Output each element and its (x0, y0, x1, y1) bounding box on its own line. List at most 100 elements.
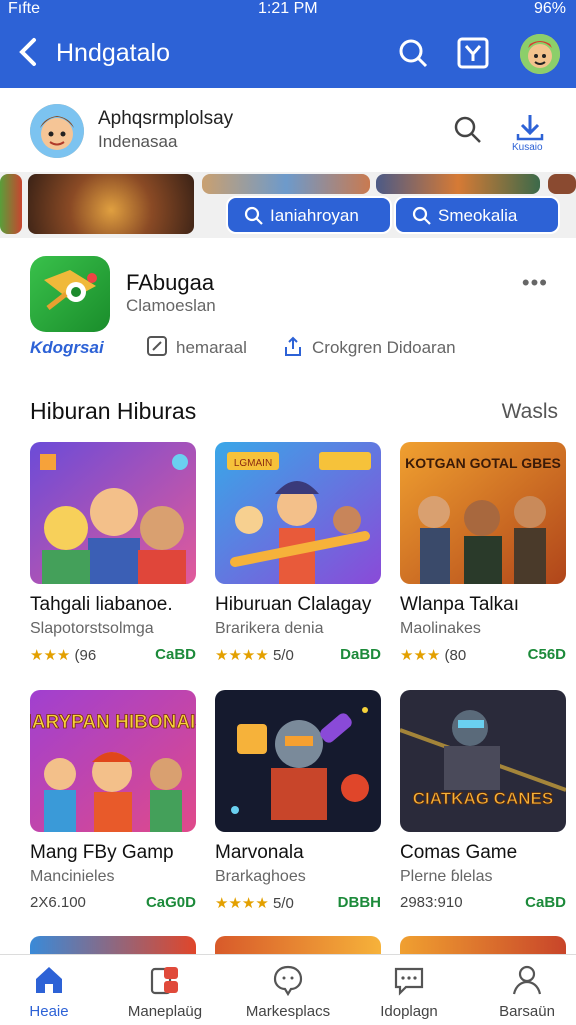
pill-label: Ianiahroyan (270, 206, 359, 225)
banner-tile[interactable] (28, 174, 194, 234)
banner-tile[interactable] (202, 174, 370, 194)
nav-home[interactable]: Heaie (0, 961, 104, 1021)
app-artwork (215, 690, 381, 832)
banner-tile[interactable] (548, 174, 576, 194)
app-price: C56D (527, 646, 566, 663)
featured-action-2[interactable]: Crokgren Didoaran (285, 336, 456, 358)
rating-stars: ★★★ (30, 647, 71, 664)
share-icon (285, 336, 301, 356)
home-icon (36, 967, 62, 993)
banner-tile[interactable] (0, 174, 22, 234)
message-icon (394, 967, 424, 996)
account-region: Indenasaa (98, 132, 178, 151)
quick-filter-pill[interactable]: Ianiahroyan (226, 196, 392, 234)
banner-tile[interactable] (376, 174, 540, 194)
app-name: Comas Game (400, 842, 518, 863)
rating-value: 5/0 (272, 895, 294, 912)
section-more-link[interactable]: Wasls (502, 400, 558, 424)
rating-value: 5/0 (272, 647, 294, 664)
nav-messages[interactable]: Idoplagn (354, 961, 464, 1021)
rating-stars: ★★★★ (215, 895, 269, 912)
featured-action-2-label: Crokgren Didoaran (312, 338, 456, 357)
search-icon[interactable] (452, 114, 482, 144)
app-price: DBBH (337, 894, 381, 911)
account-row: Aphqsrmplolsay Indenasaa Kusaio (0, 88, 576, 173)
app-name: Wlanpa Talkaı (400, 594, 519, 615)
app-price: CaBD (155, 646, 196, 663)
nav-label: Heaie (29, 1003, 69, 1020)
app-name: Mang FBy Gamp (30, 842, 174, 863)
nav-profile[interactable]: Barsaün (472, 961, 576, 1021)
featured-title: FAbugaa (126, 270, 215, 295)
art-caption: CIATKAG CANES (413, 789, 553, 808)
art-caption: KOTGAN GOTAL GBES (405, 455, 561, 471)
app-artwork (30, 442, 196, 584)
app-developer: Brarkaghoes (215, 868, 306, 885)
download-icon[interactable] (510, 112, 550, 144)
search-icon[interactable] (396, 36, 430, 70)
featured-action-1-label: hemaraal (176, 338, 247, 357)
app-card[interactable]: CIATKAG CANES Comas Game Plerne ɓlelas 2… (400, 690, 566, 920)
more-options-icon[interactable]: ••• (522, 270, 548, 296)
app-developer: Maolinakes (400, 620, 481, 637)
rating-stars: ★★★★ (215, 647, 269, 664)
app-price: CaBD (525, 894, 566, 911)
back-icon[interactable] (14, 34, 44, 70)
app-developer: Mancinieles (30, 868, 115, 885)
battery-label: 96% (533, 0, 566, 17)
app-metric: 2X6.100 (30, 894, 86, 911)
featured-app: FAbugaa Clamoeslan ••• Kdogrsai hemaraal… (0, 246, 576, 376)
rating-value: (96 (74, 647, 97, 664)
nav-apps[interactable]: Maneplaüg (110, 961, 220, 1021)
app-card[interactable]: NARYPAN HIBONAIS Mang FBy Gamp Manciniel… (30, 690, 196, 920)
rating-stars: ★★★ (400, 647, 441, 664)
nav-label: Idoplagn (380, 1003, 438, 1020)
status-bar: Fıfte 1:21 PM 96% (0, 0, 576, 20)
app-card-partial[interactable] (215, 936, 381, 956)
clock-label: 1:21 PM (258, 0, 318, 17)
account-avatar[interactable] (30, 104, 84, 158)
quick-filter-pill[interactable]: Smeokalia (394, 196, 560, 234)
banner-strip: Ianiahroyan Smeokalia (0, 172, 576, 238)
featured-subtitle: Clamoeslan (126, 296, 216, 315)
bottom-nav: Heaie Maneplaüg Markesplacs Idoplagn Bar… (0, 954, 576, 1025)
app-card[interactable]: KOTGAN GOTAL GBES Wlanpa Talkaı Maolinak… (400, 442, 566, 672)
pill-label: Smeokalia (438, 206, 518, 225)
featured-category-link[interactable]: Kdogrsai (30, 338, 104, 358)
edit-icon (147, 336, 167, 356)
profile-icon (512, 965, 542, 995)
chat-icon (273, 965, 303, 997)
search-icon (244, 206, 263, 225)
app-price: DaBD (340, 646, 381, 663)
app-rating: ★★★★ 5/0 (215, 646, 294, 664)
avatar[interactable] (520, 34, 560, 74)
app-metric: 2983:910 (400, 894, 463, 911)
download-label: Kusaio (512, 142, 543, 153)
nav-label: Barsaün (499, 1003, 555, 1020)
app-name: Tahgali liabanoe. (30, 594, 173, 615)
nav-label: Maneplaüg (127, 1003, 203, 1020)
app-rating: ★★★★ 5/0 (215, 894, 294, 912)
app-name: Hiburuan Clalagay (215, 594, 372, 615)
app-rating: ★★★ (80 (400, 646, 466, 664)
app-bar: Hndgatalo (0, 20, 576, 88)
app-card-partial[interactable] (30, 936, 196, 956)
app-card[interactable]: Tahgali liabanoe. Slapotorstsolmga ★★★ (… (30, 442, 196, 672)
carrier-label: Fıfte (8, 0, 41, 17)
search-icon (412, 206, 431, 225)
app-rating: ★★★ (96 (30, 646, 96, 664)
account-name: Aphqsrmplolsay (98, 108, 234, 129)
filter-icon[interactable] (456, 36, 490, 70)
featured-app-icon[interactable] (30, 256, 110, 332)
app-artwork: KOTGAN GOTAL GBES (400, 442, 566, 584)
app-artwork: CIATKAG CANES (400, 690, 566, 832)
apps-icon (150, 967, 178, 995)
nav-marketplace[interactable]: Markesplacs (233, 961, 343, 1021)
app-artwork: NARYPAN HIBONAIS (30, 690, 196, 832)
page-title: Hndgatalo (56, 39, 170, 67)
app-card[interactable]: Marvonala Brarkaghoes ★★★★ 5/0 DBBH (215, 690, 381, 920)
app-card-partial[interactable] (400, 936, 566, 956)
featured-action-1[interactable]: hemaraal (147, 336, 247, 358)
app-card[interactable]: LGMAIN Hiburuan Clalagay Brarikera denia… (215, 442, 381, 672)
app-price: CaG0D (145, 894, 196, 911)
